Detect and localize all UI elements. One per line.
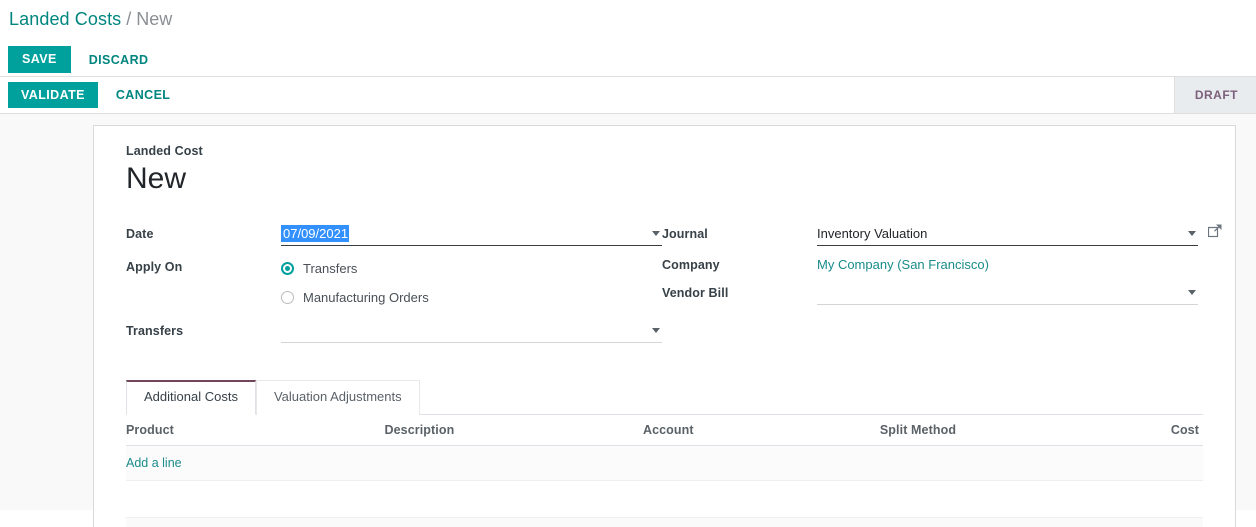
vendor-bill-label: Vendor Bill [662, 286, 729, 300]
radio-label-manufacturing-orders: Manufacturing Orders [303, 290, 429, 305]
sheet-footer-band [126, 516, 1203, 527]
radio-option-manufacturing-orders[interactable]: Manufacturing Orders [281, 283, 662, 312]
radio-label-transfers: Transfers [303, 261, 358, 276]
column-header-product[interactable]: Product [126, 414, 385, 446]
record-type-label: Landed Cost [126, 144, 203, 158]
date-label: Date [126, 227, 154, 241]
vendor-bill-input[interactable] [817, 280, 1198, 305]
page-title: New [126, 162, 187, 195]
field-row-date: Date 07/09/2021 [126, 221, 662, 249]
cancel-button[interactable]: CANCEL [106, 81, 180, 109]
list-empty-area [126, 480, 1203, 517]
control-panel-status: DRAFT [1173, 77, 1256, 113]
column-header-cost[interactable]: Cost [1095, 414, 1203, 446]
date-input[interactable]: 07/09/2021 [281, 221, 662, 246]
discard-button[interactable]: DISCARD [79, 46, 159, 74]
field-row-vendor-bill: Vendor Bill [662, 280, 1198, 308]
transfers-input[interactable] [281, 318, 662, 343]
vendor-bill-field-wrapper [817, 280, 1198, 305]
field-row-transfers: Transfers [126, 318, 662, 346]
external-link-icon[interactable] [1207, 224, 1222, 238]
page-background: Landed Cost New Date 07/09/2021 Apply On [0, 114, 1256, 527]
journal-label: Journal [662, 227, 708, 241]
form-grid: Date 07/09/2021 Apply On Transfers Manuf… [126, 221, 1222, 346]
apply-on-options: Transfers Manufacturing Orders [281, 254, 662, 312]
save-button[interactable]: SAVE [8, 46, 71, 73]
add-a-line-link[interactable]: Add a line [126, 456, 182, 470]
field-row-company: Company My Company (San Francisco) [662, 252, 1198, 280]
chevron-down-icon[interactable] [652, 231, 660, 236]
validate-button[interactable]: VALIDATE [8, 81, 98, 109]
journal-field-wrapper: Inventory Valuation [817, 221, 1222, 246]
radio-unchecked-icon[interactable] [281, 291, 294, 304]
radio-option-transfers[interactable]: Transfers [281, 254, 662, 283]
table-body: Add a line [126, 445, 1203, 481]
journal-input[interactable]: Inventory Valuation [817, 221, 1198, 246]
company-label: Company [662, 258, 720, 272]
transfers-field-wrapper [281, 318, 662, 343]
chevron-down-icon[interactable] [652, 328, 660, 333]
save-discard-bar: SAVE DISCARD [0, 43, 1256, 76]
field-row-journal: Journal Inventory Valuation [662, 221, 1222, 249]
transfers-label: Transfers [126, 324, 184, 338]
breadcrumb: Landed Costs / New [0, 0, 1256, 43]
date-field-wrapper: 07/09/2021 [281, 221, 662, 246]
status-badge-draft[interactable]: DRAFT [1195, 88, 1238, 102]
breadcrumb-separator: / [126, 9, 132, 29]
control-panel: VALIDATE CANCEL DRAFT [0, 76, 1256, 114]
company-field-wrapper: My Company (San Francisco) [817, 252, 1198, 277]
apply-on-label: Apply On [126, 260, 183, 274]
table-header: Product Description Account Split Method… [126, 414, 1203, 446]
radio-checked-icon[interactable] [281, 262, 294, 275]
field-row-apply-on: Apply On Transfers Manufacturing Orders [126, 254, 662, 312]
column-header-account[interactable]: Account [642, 414, 880, 446]
control-panel-actions: VALIDATE CANCEL [0, 77, 180, 113]
add-line-cell: Add a line [126, 445, 1203, 481]
tab-valuation-adjustments[interactable]: Valuation Adjustments [255, 380, 420, 415]
column-header-description[interactable]: Description [384, 414, 643, 446]
breadcrumb-root[interactable]: Landed Costs [9, 9, 121, 30]
company-value-link[interactable]: My Company (San Francisco) [817, 257, 989, 272]
breadcrumb-current: New [136, 9, 173, 29]
notebook: Additional Costs Valuation Adjustments P… [126, 380, 1203, 527]
additional-costs-table: Product Description Account Split Method… [126, 414, 1203, 481]
chevron-down-icon[interactable] [1188, 290, 1196, 295]
form-column-left: Date 07/09/2021 Apply On Transfers Manuf… [126, 221, 662, 346]
notebook-tabs: Additional Costs Valuation Adjustments [126, 380, 1203, 415]
column-header-split-method[interactable]: Split Method [879, 414, 1096, 446]
statusbar: DRAFT [1173, 77, 1256, 113]
add-line-row: Add a line [126, 445, 1203, 481]
journal-value: Inventory Valuation [817, 225, 928, 241]
form-sheet: Landed Cost New Date 07/09/2021 Apply On [93, 125, 1236, 527]
date-value: 07/09/2021 [281, 224, 350, 242]
tab-additional-costs[interactable]: Additional Costs [126, 380, 256, 415]
chevron-down-icon[interactable] [1188, 231, 1196, 236]
form-column-right: Journal Inventory Valuation Company My C… [662, 221, 1222, 346]
table-header-row: Product Description Account Split Method… [126, 414, 1203, 446]
